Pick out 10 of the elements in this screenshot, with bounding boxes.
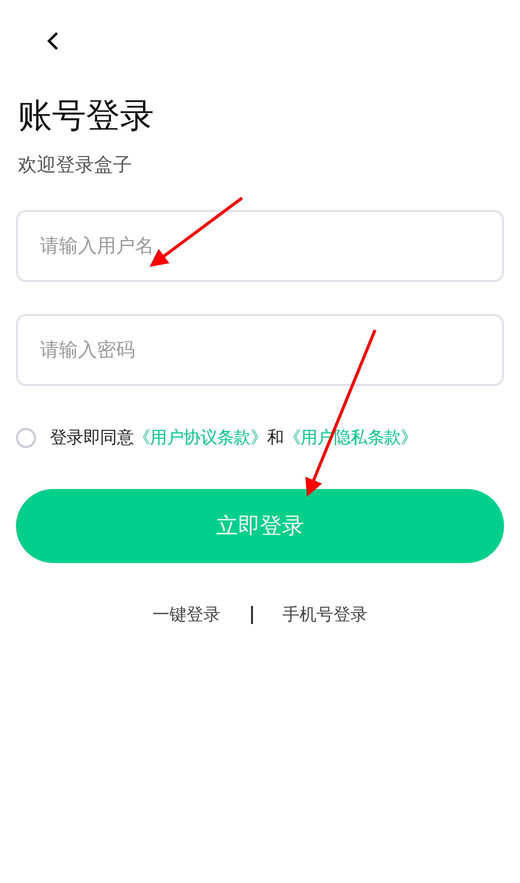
input-field[interactable]: 请输入密码 <box>16 314 504 386</box>
agreement-radio[interactable] <box>16 428 36 448</box>
input-field[interactable]: 请输入用户名 <box>16 210 504 282</box>
page-subtitle: 欢迎登录盒子 <box>18 153 133 178</box>
login-button[interactable]: 立即登录 <box>16 489 504 563</box>
back-icon[interactable] <box>46 30 60 52</box>
page-title: 账号登录 <box>18 95 155 138</box>
login-option-link[interactable]: 一键登录 <box>152 603 220 626</box>
login-option-link[interactable]: 手机号登录 <box>282 603 368 626</box>
terms-link[interactable]: 《用户协议条款》 <box>134 428 268 448</box>
